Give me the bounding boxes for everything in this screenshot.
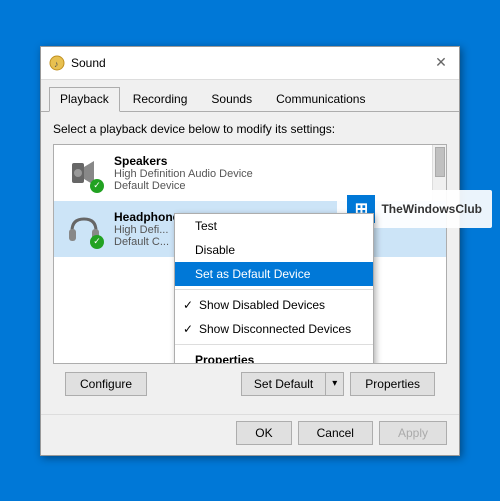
- instruction-text: Select a playback device below to modify…: [53, 122, 447, 136]
- set-default-button[interactable]: Set Default: [241, 372, 325, 396]
- main-content: Select a playback device below to modify…: [41, 112, 459, 414]
- title-bar: ♪ Sound ✕: [41, 47, 459, 80]
- ctx-show-disconnected[interactable]: ✓ Show Disconnected Devices: [175, 317, 373, 341]
- cancel-button[interactable]: Cancel: [298, 421, 373, 445]
- speakers-name: Speakers: [114, 154, 436, 168]
- ctx-properties[interactable]: Properties: [175, 348, 373, 364]
- speakers-icon: ✓: [64, 153, 104, 193]
- set-default-arrow-button[interactable]: ▾: [325, 372, 344, 396]
- ctx-check-disabled-icon: ✓: [181, 298, 195, 312]
- default-badge: ✓: [90, 179, 104, 193]
- set-default-group: Set Default ▾: [241, 372, 344, 396]
- speakers-info: Speakers High Definition Audio Device De…: [114, 154, 436, 192]
- properties-button[interactable]: Properties: [350, 372, 435, 396]
- tab-playback[interactable]: Playback: [49, 87, 120, 112]
- ctx-set-default[interactable]: Set as Default Device: [175, 262, 373, 286]
- window-title: Sound: [71, 56, 106, 70]
- tab-recording[interactable]: Recording: [122, 87, 199, 112]
- ctx-divider-1: [175, 289, 373, 290]
- ctx-divider-2: [175, 344, 373, 345]
- tab-sounds[interactable]: Sounds: [200, 87, 263, 112]
- scrollbar-thumb: [435, 147, 445, 177]
- ctx-show-disconnected-label: Show Disconnected Devices: [199, 322, 351, 336]
- close-button[interactable]: ✕: [431, 53, 451, 73]
- device-item-speakers[interactable]: ✓ Speakers High Definition Audio Device …: [54, 145, 446, 201]
- sound-dialog: ♪ Sound ✕ Playback Recording Sounds Comm…: [40, 46, 460, 456]
- bottom-row: Configure Set Default ▾ Properties: [53, 364, 447, 404]
- title-bar-left: ♪ Sound: [49, 55, 106, 71]
- ctx-show-disabled[interactable]: ✓ Show Disabled Devices: [175, 293, 373, 317]
- sound-title-icon: ♪: [49, 55, 65, 71]
- action-row: OK Cancel Apply: [41, 414, 459, 455]
- context-menu: Test Disable Set as Default Device ✓ Sho…: [174, 213, 374, 364]
- tabs-bar: Playback Recording Sounds Communications: [41, 80, 459, 112]
- ctx-show-disabled-label: Show Disabled Devices: [199, 298, 325, 312]
- ctx-test[interactable]: Test: [175, 214, 373, 238]
- ctx-disable[interactable]: Disable: [175, 238, 373, 262]
- ctx-check-disconnected-icon: ✓: [181, 322, 195, 336]
- scrollbar[interactable]: [432, 145, 446, 201]
- headphones-badge: ✓: [90, 235, 104, 249]
- headphones-icon: ✓: [64, 209, 104, 249]
- device-list: ✓ Speakers High Definition Audio Device …: [53, 144, 447, 364]
- configure-button[interactable]: Configure: [65, 372, 147, 396]
- speakers-line2: Default Device: [114, 180, 436, 192]
- svg-text:♪: ♪: [54, 59, 59, 69]
- ok-button[interactable]: OK: [236, 421, 291, 445]
- speakers-line1: High Definition Audio Device: [114, 168, 436, 180]
- tab-communications[interactable]: Communications: [265, 87, 376, 112]
- apply-button[interactable]: Apply: [379, 421, 447, 445]
